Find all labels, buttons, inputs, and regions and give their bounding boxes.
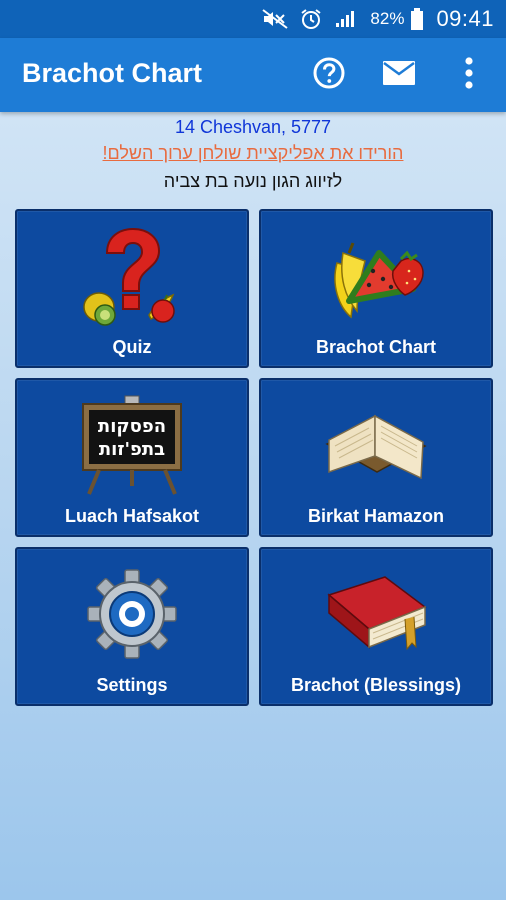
mute-icon xyxy=(262,9,289,29)
app-title: Brachot Chart xyxy=(22,58,203,88)
open-book-icon xyxy=(321,392,431,498)
mail-icon[interactable] xyxy=(382,56,416,90)
board-line-1: הפסקות xyxy=(98,416,166,437)
menu-grid: Quiz Brachot Chart הפסקות בתפ'זות Luach … xyxy=(15,209,493,706)
status-bar: 82% 09:41 xyxy=(0,0,506,38)
hebrew-date: 14 Cheshvan, 5777 xyxy=(174,117,332,137)
app-bar: Brachot Chart xyxy=(0,38,506,112)
signal-icon xyxy=(334,9,358,29)
alarm-icon xyxy=(300,8,322,30)
tile-label: Luach Hafsakot xyxy=(64,506,200,526)
tile-label: Brachot Chart xyxy=(315,337,436,357)
chalkboard-icon: הפסקות בתפ'זות xyxy=(77,392,187,498)
red-book-icon xyxy=(321,561,431,667)
tile-brachot-chart[interactable]: Brachot Chart xyxy=(259,209,493,368)
gear-icon xyxy=(77,561,187,667)
tile-luach-hafsakot[interactable]: הפסקות בתפ'זות Luach Hafsakot xyxy=(15,378,249,537)
tile-label: Brachot (Blessings) xyxy=(290,675,462,695)
tile-label: Settings xyxy=(96,675,168,695)
board-line-2: בתפ'זות xyxy=(99,439,165,460)
tile-quiz[interactable]: Quiz xyxy=(15,209,249,368)
overflow-menu-icon[interactable] xyxy=(452,56,486,90)
battery-percent: 82% xyxy=(370,9,405,28)
tile-settings[interactable]: Settings xyxy=(15,547,249,706)
dedication-text: לזיווג הגון נועה בת צביה xyxy=(163,171,343,191)
status-time: 09:41 xyxy=(436,6,494,31)
tile-label: Quiz xyxy=(112,337,152,357)
quiz-icon xyxy=(77,223,187,329)
promo-link[interactable]: הורידו את אפליקציית שולחן ערוך השלם! xyxy=(0,143,506,164)
help-icon[interactable] xyxy=(312,56,346,90)
fruits-icon xyxy=(321,223,431,329)
tile-label: Birkat Hamazon xyxy=(307,506,445,526)
battery-icon xyxy=(410,8,424,30)
tile-birkat-hamazon[interactable]: Birkat Hamazon xyxy=(259,378,493,537)
tile-brachot-blessings[interactable]: Brachot (Blessings) xyxy=(259,547,493,706)
